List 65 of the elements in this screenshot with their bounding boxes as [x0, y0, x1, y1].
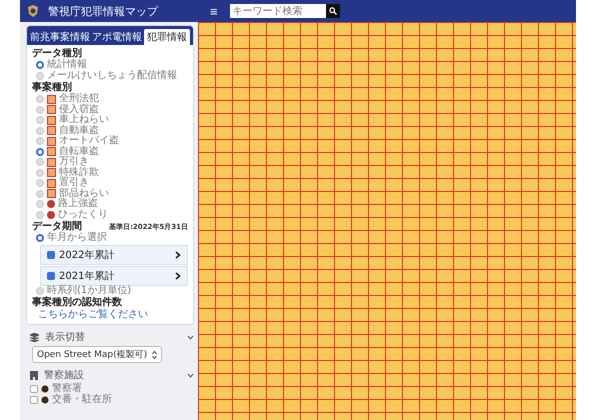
checkbox[interactable] [30, 385, 38, 394]
tab[interactable]: 前兆事案情報 [30, 29, 90, 45]
building-icon [30, 370, 38, 380]
period-entry[interactable]: 2021年累計 [40, 266, 188, 286]
checkbox[interactable] [47, 272, 55, 280]
entry-label: 2021年累計 [59, 270, 116, 282]
option-label: 自動車盗 [59, 126, 99, 136]
option-label: メールけいしちょう配信情報 [47, 70, 177, 81]
search-icon [328, 7, 337, 15]
option-label: 車上ねらい [59, 115, 109, 125]
search-button[interactable] [326, 4, 340, 18]
chevron-icon [175, 272, 181, 280]
legend-square-icon [47, 189, 56, 198]
option-label: オートバイ盗 [59, 136, 119, 146]
option-label: 時系列(1か月単位) [47, 286, 132, 296]
search-field[interactable]: キーワード検索 [230, 4, 326, 18]
option-label: 侵入窃盗 [59, 104, 99, 114]
legend-square-icon [47, 136, 56, 146]
layers-icon [30, 332, 39, 342]
option-label: 特殊詐欺 [59, 168, 99, 178]
tab[interactable]: アポ電情報 [92, 29, 142, 45]
section-title: 表示切替 [45, 330, 86, 344]
badge-icon [26, 4, 40, 18]
option-label: 交番・駐在所 [52, 394, 112, 405]
legend-square-icon [47, 105, 56, 114]
legend-square-icon [47, 116, 56, 125]
section-title: 事案種別の認知件数 [32, 297, 123, 309]
option-label: 年月から選択 [47, 233, 107, 244]
option-label: 置引き [59, 178, 89, 188]
option-label: 警察署 [52, 384, 82, 394]
option-label: 全刑法犯 [59, 94, 99, 104]
menu-button[interactable]: ≡ [206, 4, 222, 18]
link[interactable]: こちらからご覧ください [32, 309, 188, 321]
legend-square-icon [47, 158, 56, 167]
period-entry[interactable]: 2022年累計 [40, 244, 188, 264]
entry-label: 2022年累計 [59, 248, 116, 262]
map-select[interactable]: Open Street Map(複製可) [32, 346, 162, 363]
section-title: 事案種別 [32, 82, 73, 93]
app-title: 警視庁犯罪情報マップ [48, 4, 160, 18]
option-label: 万引き [59, 157, 89, 167]
section-title: データ種別 [32, 48, 82, 59]
checkbox[interactable] [30, 396, 38, 404]
option-label: 路上強盗 [58, 199, 98, 210]
updown-icon [152, 350, 157, 358]
legend-square-icon [47, 168, 56, 178]
option-label: ひったくり [58, 210, 108, 220]
option-label: 統計情報 [47, 60, 87, 70]
radio-button[interactable] [36, 61, 44, 70]
legend-square-icon [47, 147, 56, 156]
legend-dot-icon [47, 200, 55, 208]
radio-button[interactable] [36, 148, 44, 156]
checkbox[interactable] [47, 250, 55, 258]
option-label: 部品ねらい [59, 188, 109, 198]
chevron-icon [175, 250, 181, 258]
option-label: 自転車盗 [59, 146, 99, 156]
section-title: データ期間 [32, 221, 82, 232]
legend-square-icon [47, 178, 56, 188]
legend-square-icon [47, 94, 56, 104]
section-title: 警察施設 [44, 368, 85, 382]
tab[interactable]: 犯罪情報 [144, 29, 190, 45]
legend-dot-icon [47, 210, 55, 219]
legend-square-icon [47, 126, 56, 136]
chevron-down-icon [187, 372, 194, 378]
chevron-down-icon [187, 334, 194, 340]
radio-button[interactable] [36, 234, 44, 242]
